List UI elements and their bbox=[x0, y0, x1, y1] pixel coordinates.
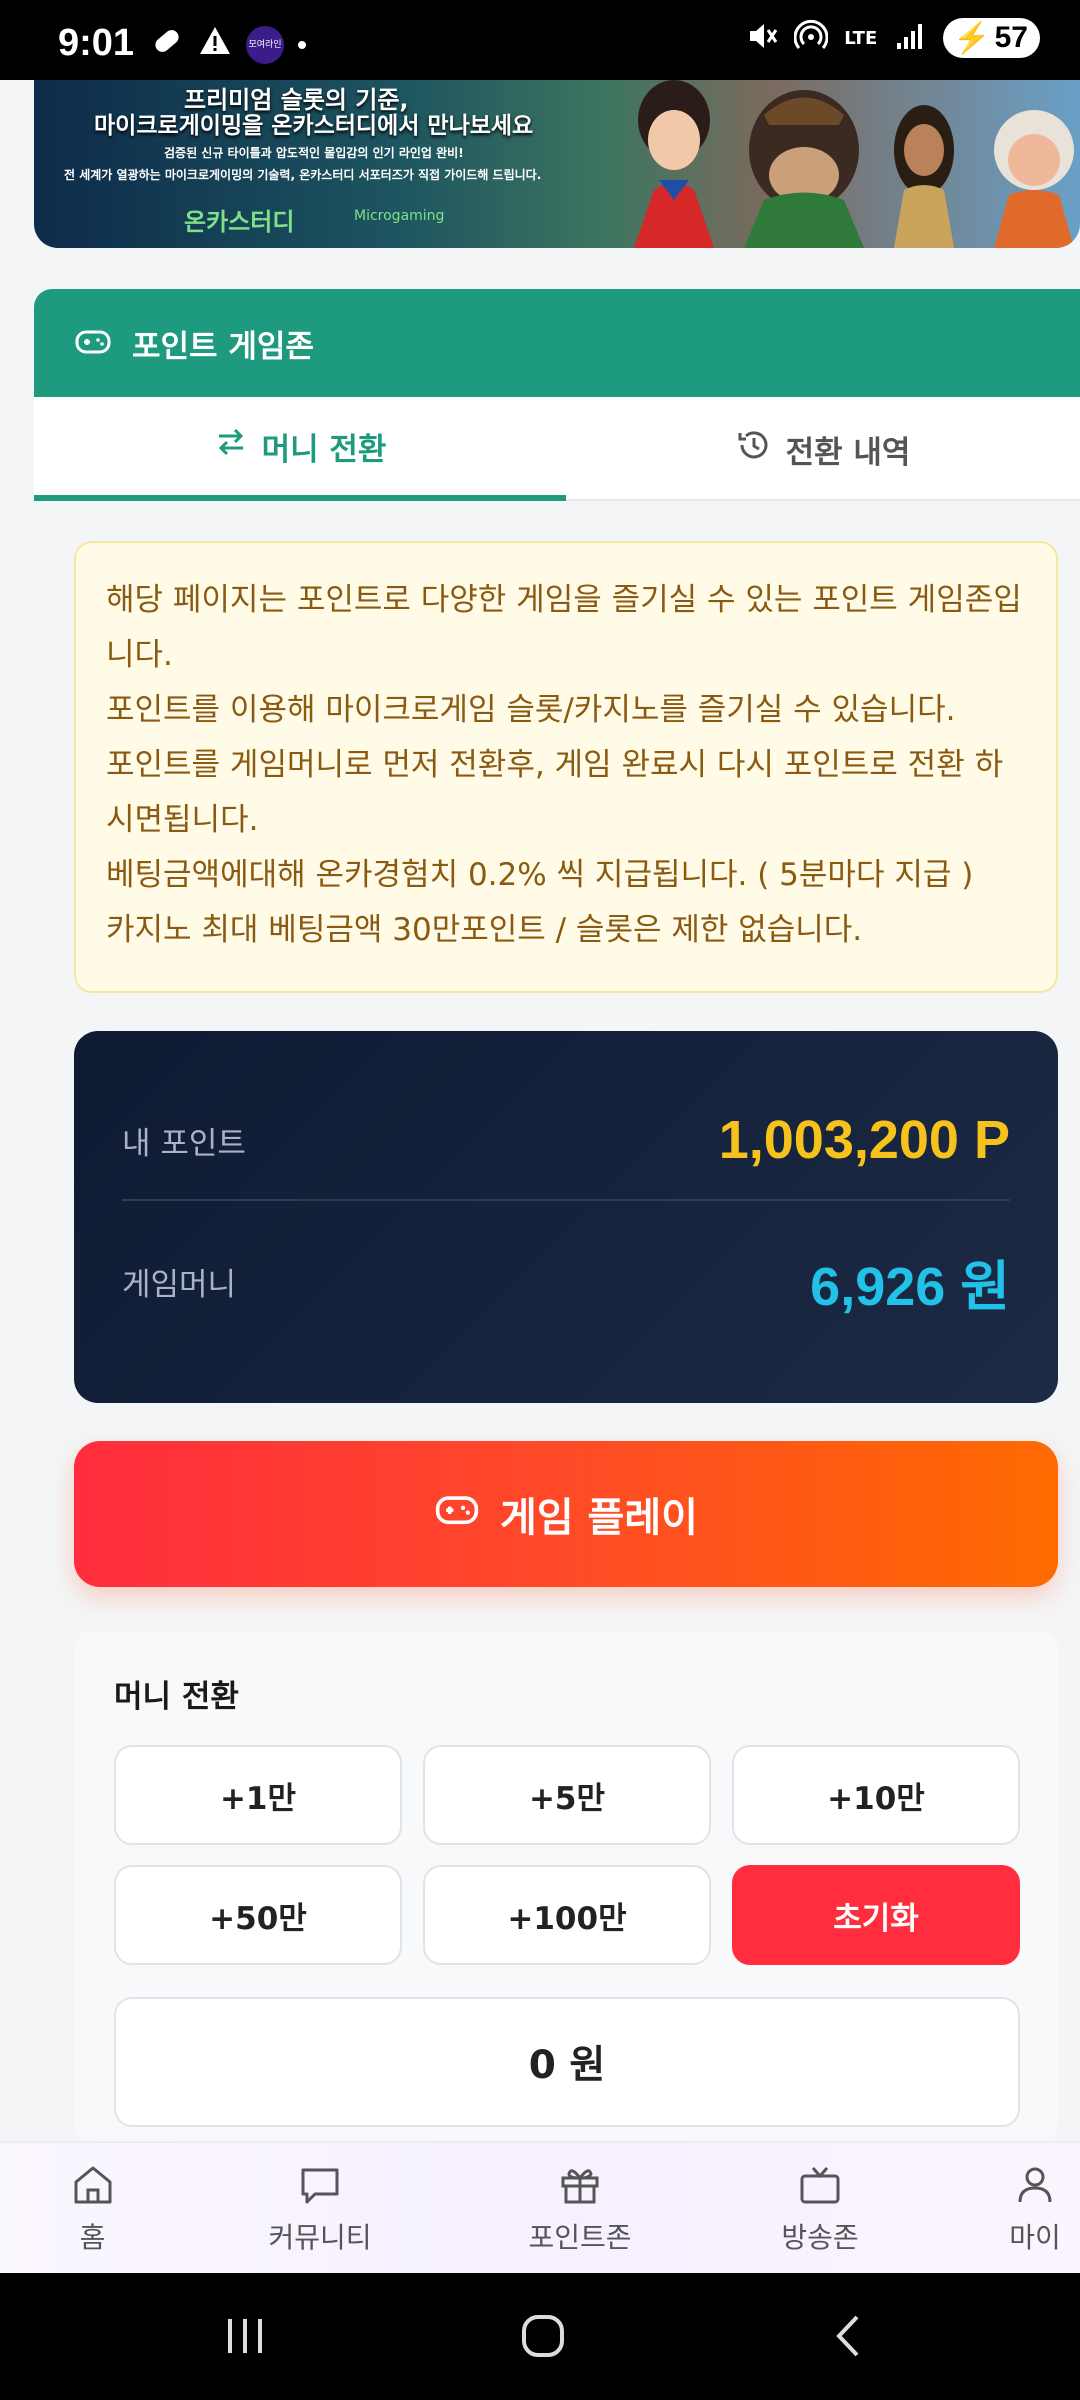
banner-logo-microgaming: Microgaming bbox=[354, 208, 445, 224]
nav-community[interactable]: 커뮤니티 bbox=[240, 2143, 400, 2275]
gamepad-icon bbox=[74, 322, 112, 364]
tab-bar: 머니 전환 전환 내역 bbox=[34, 397, 1080, 501]
notice-box: 해당 페이지는 포인트로 다양한 게임을 즐기실 수 있는 포인트 게임존입니다… bbox=[74, 541, 1058, 993]
recent-apps-icon[interactable] bbox=[220, 2311, 270, 2361]
nav-label: 홈 bbox=[79, 2221, 106, 2254]
tab-label: 전환 내역 bbox=[785, 434, 911, 471]
nav-label: 커뮤니티 bbox=[268, 2221, 372, 2254]
bottom-navigation: 홈 커뮤니티 포인트존 방송존 마이 bbox=[0, 2141, 1080, 2273]
money-conversion-panel: 머니 전환 +1만 +5만 +10만 +50만 +100만 초기화 0 원 bbox=[74, 1631, 1058, 2141]
notice-line: 해당 페이지는 포인트로 다양한 게임을 즐기실 수 있는 포인트 게임존입니다… bbox=[106, 582, 1022, 673]
point-gamezone-header: 포인트 게임존 bbox=[34, 289, 1080, 397]
game-money-label: 게임머니 bbox=[122, 1266, 237, 1303]
game-money-row: 게임머니 6,926 원 bbox=[122, 1221, 1010, 1341]
nav-broadcast[interactable]: 방송존 bbox=[740, 2143, 900, 2275]
system-navigation-bar bbox=[0, 2273, 1080, 2400]
battery-indicator: ⚡ 57 bbox=[943, 18, 1040, 58]
charging-icon: ⚡ bbox=[953, 21, 991, 55]
add-50k-button[interactable]: +5만 bbox=[423, 1745, 711, 1845]
nav-label: 마이 bbox=[1009, 2221, 1061, 2254]
notice-line: 포인트를 이용해 마이크로게임 슬롯/카지노를 즐기실 수 있습니다. bbox=[106, 692, 956, 728]
nav-home[interactable]: 홈 bbox=[30, 2143, 155, 2275]
status-notifications: 모여라인 bbox=[150, 24, 306, 66]
back-icon[interactable] bbox=[825, 2311, 875, 2361]
warning-icon bbox=[198, 24, 232, 66]
banner-desc-1: 검증된 신규 타이틀과 압도적인 몰입감의 인기 라인업 완비! bbox=[164, 146, 464, 160]
nav-my[interactable]: 마이 bbox=[990, 2143, 1080, 2275]
game-play-button[interactable]: 게임 플레이 bbox=[74, 1441, 1058, 1587]
more-notifications-dot bbox=[298, 41, 306, 49]
page-title: 포인트 게임존 bbox=[132, 328, 314, 365]
battery-level: 57 bbox=[994, 21, 1028, 54]
add-100k-button[interactable]: +10만 bbox=[732, 1745, 1020, 1845]
status-bar: 9:01 모여라인 LTE ⚡ 57 bbox=[0, 0, 1080, 80]
add-10k-button[interactable]: +1만 bbox=[114, 1745, 402, 1845]
notice-line: 포인트를 게임머니로 먼저 전환후, 게임 완료시 다시 포인트로 전환 하시면… bbox=[106, 747, 1004, 838]
nav-pointzone[interactable]: 포인트존 bbox=[500, 2143, 660, 2275]
main-content: 해당 페이지는 포인트로 다양한 게임을 즐기실 수 있는 포인트 게임존입니다… bbox=[34, 501, 1080, 2141]
points-label: 내 포인트 bbox=[122, 1125, 246, 1162]
banner-desc-2: 전 세계가 열광하는 마이크로게이밍의 기술력, 온카스터디 서포터즈가 직접 … bbox=[64, 168, 542, 182]
pill-icon bbox=[150, 24, 184, 66]
home-button-icon[interactable] bbox=[518, 2311, 568, 2361]
gamepad-icon bbox=[434, 1486, 480, 1542]
signal-icon bbox=[893, 19, 927, 57]
swap-arrows-icon bbox=[214, 425, 248, 467]
notice-line: 베팅금액에대해 온카경험치 0.2% 씩 지급됩니다. ( 5분마다 지급 ) bbox=[106, 857, 974, 893]
points-value: 1,003,200 P bbox=[718, 1110, 1010, 1170]
reset-button[interactable]: 초기화 bbox=[732, 1865, 1020, 1965]
tv-icon bbox=[800, 2167, 840, 2204]
conversion-title: 머니 전환 bbox=[114, 1679, 239, 1715]
lte-label: LTE bbox=[844, 27, 878, 49]
banner-subheadline: 마이크로게이밍을 온카스터디에서 만나보세요 bbox=[94, 113, 534, 139]
chat-icon bbox=[301, 2168, 339, 2204]
points-row: 내 포인트 1,003,200 P bbox=[122, 1081, 1010, 1201]
mute-icon bbox=[744, 19, 778, 57]
banner-logo-oncastudy: 온카스터디 bbox=[184, 208, 295, 236]
conversion-amount-display: 0 원 bbox=[114, 1997, 1020, 2127]
notice-line: 카지노 최대 베팅금액 30만포인트 / 슬롯은 제한 없습니다. bbox=[106, 912, 863, 948]
status-time: 9:01 bbox=[58, 22, 135, 64]
home-icon bbox=[74, 2166, 111, 2204]
tab-label: 머니 전환 bbox=[261, 431, 387, 468]
balance-card: 내 포인트 1,003,200 P 게임머니 6,926 원 bbox=[74, 1031, 1058, 1403]
status-system-icons: LTE ⚡ 57 bbox=[744, 18, 1040, 58]
add-1m-button[interactable]: +100만 bbox=[423, 1865, 711, 1965]
game-money-value: 6,926 원 bbox=[810, 1256, 1010, 1317]
promo-banner[interactable]: 프리미엄 슬롯의 기준, 마이크로게이밍을 온카스터디에서 만나보세요 검증된 … bbox=[34, 80, 1080, 248]
user-icon bbox=[1018, 2167, 1052, 2203]
banner-characters-illustration bbox=[634, 80, 1074, 248]
tab-conversion-history[interactable]: 전환 내역 bbox=[566, 397, 1080, 501]
nav-label: 포인트존 bbox=[528, 2221, 632, 2254]
nav-label: 방송존 bbox=[781, 2221, 859, 2254]
game-play-label: 게임 플레이 bbox=[500, 1495, 698, 1541]
tab-money-convert[interactable]: 머니 전환 bbox=[34, 397, 566, 501]
app-badge-icon: 모여라인 bbox=[246, 26, 284, 64]
add-500k-button[interactable]: +50만 bbox=[114, 1865, 402, 1965]
history-icon bbox=[736, 427, 772, 471]
hotspot-icon bbox=[793, 19, 829, 57]
gift-icon bbox=[561, 2169, 599, 2204]
